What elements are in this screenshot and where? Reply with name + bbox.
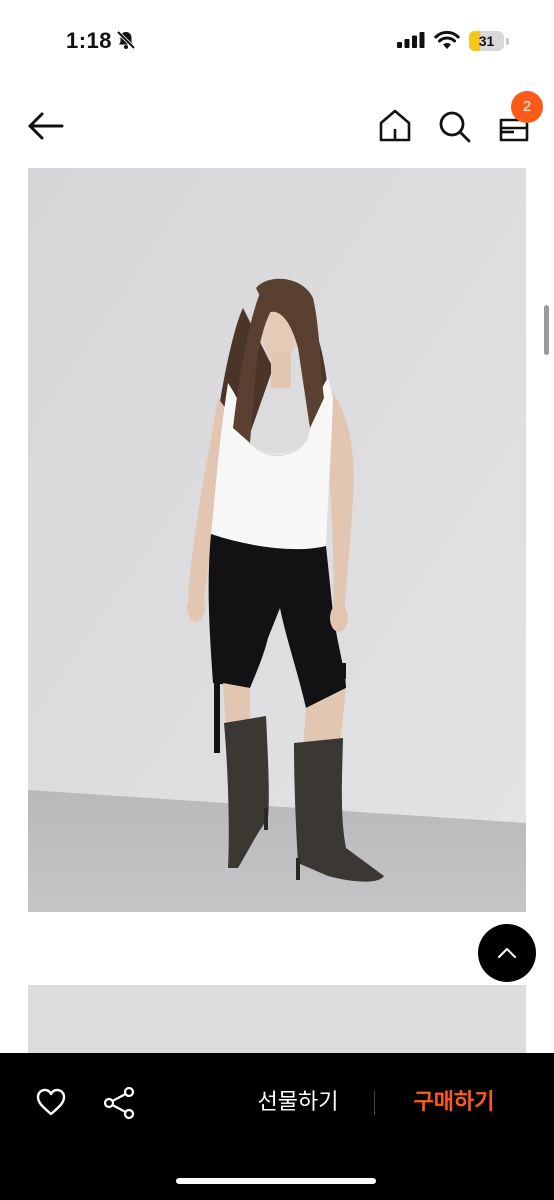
bell-muted-icon — [116, 30, 136, 50]
battery-level: 31 — [478, 33, 495, 49]
signal-icon — [397, 32, 425, 48]
battery-tip — [506, 38, 509, 45]
chevron-up-icon — [498, 948, 516, 958]
product-image-2[interactable] — [28, 985, 526, 1055]
status-bar: 1:18 31 — [0, 0, 554, 84]
product-image[interactable] — [28, 168, 526, 912]
status-time: 1:18 — [66, 28, 113, 53]
buy-button[interactable]: 구매하기 — [396, 1085, 512, 1121]
home-indicator[interactable] — [176, 1178, 376, 1184]
heart-icon[interactable] — [35, 1086, 67, 1118]
scroll-indicator[interactable] — [544, 305, 549, 355]
search-icon[interactable] — [436, 108, 472, 144]
share-icon[interactable] — [102, 1086, 136, 1120]
wifi-icon — [434, 30, 460, 49]
cart-count-badge: 2 — [511, 91, 543, 123]
home-icon[interactable] — [378, 108, 412, 144]
button-divider — [374, 1091, 375, 1115]
gift-button[interactable]: 선물하기 — [240, 1085, 356, 1121]
product-photo — [28, 168, 526, 912]
battery-indicator: 31 — [469, 31, 509, 51]
scroll-to-top-button[interactable] — [478, 924, 536, 982]
back-arrow-icon[interactable] — [26, 108, 66, 144]
